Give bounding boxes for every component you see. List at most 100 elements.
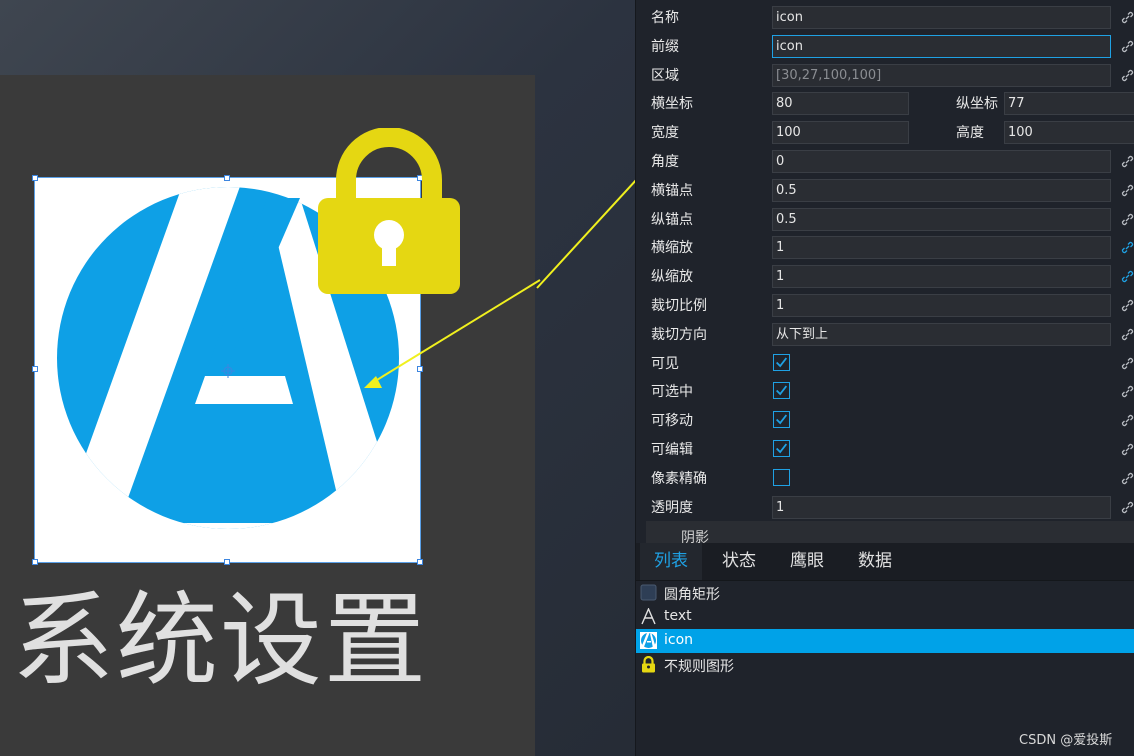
property-row: 裁切比例 1 — [636, 290, 1134, 319]
layer-item-icon[interactable]: icon — [636, 629, 1134, 653]
property-label: 区域 — [651, 68, 679, 84]
link-icon[interactable] — [1120, 154, 1134, 169]
property-panel: 名称 icon 前缀 icon 区域 [30,27,100,100] 横坐标 80 纵坐标 77 宽… — [635, 0, 1134, 756]
link-icon[interactable] — [1120, 183, 1134, 198]
app-logo-icon — [640, 632, 657, 649]
property-label: 可编辑 — [651, 442, 693, 458]
property-input[interactable]: 0.5 — [772, 179, 1111, 202]
layer-item-irregular-shape[interactable]: 不规则图形 — [636, 653, 1134, 677]
property-checkbox[interactable] — [773, 440, 790, 457]
property-row: 可选中 — [636, 376, 1134, 405]
resize-handle-bottom-right[interactable] — [417, 559, 423, 565]
resize-handle-top-left[interactable] — [32, 175, 38, 181]
link-icon[interactable] — [1120, 413, 1134, 428]
property-value: 0.5 — [776, 183, 797, 198]
link-icon[interactable] — [1120, 212, 1134, 227]
resize-handle-bottom[interactable] — [224, 559, 230, 565]
property-row: 名称 icon — [636, 2, 1134, 31]
property-input[interactable]: 1 — [772, 236, 1111, 259]
property-label: 横坐标 — [651, 96, 693, 112]
link-icon[interactable] — [1120, 240, 1134, 255]
property-checkbox[interactable] — [773, 469, 790, 486]
property-checkbox[interactable] — [773, 411, 790, 428]
link-icon[interactable] — [1120, 471, 1134, 486]
property-input[interactable]: 1 — [772, 496, 1111, 519]
property-input[interactable]: 1 — [772, 265, 1111, 288]
property-value: 80 — [776, 96, 793, 111]
property-sub-label: 高度 — [956, 125, 984, 141]
resize-handle-right[interactable] — [417, 366, 423, 372]
link-icon[interactable] — [1120, 39, 1134, 54]
canvas-text-element[interactable]: 系统设置 — [12, 582, 532, 702]
property-label: 可见 — [651, 356, 679, 372]
property-label: 横锚点 — [651, 183, 693, 199]
property-row: 透明度 1 — [636, 492, 1134, 521]
link-icon[interactable] — [1120, 269, 1134, 284]
property-input[interactable]: 0.5 — [772, 208, 1111, 231]
tab-data[interactable]: 数据 — [858, 543, 892, 580]
property-row: 区域 [30,27,100,100] — [636, 60, 1134, 89]
link-icon[interactable] — [1120, 356, 1134, 371]
property-label: 名称 — [651, 10, 679, 26]
property-row: 裁切方向 从下到上 — [636, 319, 1134, 348]
property-label: 透明度 — [651, 500, 693, 516]
tab-eagle-eye[interactable]: 鹰眼 — [790, 543, 824, 580]
property-row: 纵锚点 0.5 — [636, 204, 1134, 233]
property-label: 前缀 — [651, 39, 679, 55]
property-row: 角度 0 — [636, 146, 1134, 175]
property-row: 可见 — [636, 348, 1134, 377]
layer-label: icon — [664, 632, 694, 648]
layer-item-text[interactable]: text — [636, 605, 1134, 629]
property-value: 100 — [776, 125, 801, 140]
shadow-group-header[interactable]: 阴影 — [646, 521, 1134, 543]
property-label: 纵缩放 — [651, 269, 693, 285]
property-row: 纵缩放 1 — [636, 261, 1134, 290]
property-select[interactable]: 从下到上 — [772, 323, 1111, 346]
property-row: 可编辑 — [636, 434, 1134, 463]
property-label: 角度 — [651, 154, 679, 170]
property-checkbox[interactable] — [773, 354, 790, 371]
property-input[interactable]: 100 — [772, 121, 909, 144]
property-value: 0.5 — [776, 212, 797, 227]
property-label: 裁切比例 — [651, 298, 707, 314]
property-checkbox[interactable] — [773, 382, 790, 399]
link-icon[interactable] — [1120, 384, 1134, 399]
layer-item-rounded-rect[interactable]: 圆角矩形 — [636, 581, 1134, 605]
resize-handle-bottom-left[interactable] — [32, 559, 38, 565]
property-label: 宽度 — [651, 125, 679, 141]
property-sub-input[interactable]: 100 — [1004, 121, 1134, 144]
property-sub-value: 77 — [1008, 96, 1025, 111]
property-label: 可选中 — [651, 384, 693, 400]
property-input[interactable]: 1 — [772, 294, 1111, 317]
property-label: 可移动 — [651, 413, 693, 429]
property-input[interactable]: icon — [772, 6, 1111, 29]
property-row: 横缩放 1 — [636, 232, 1134, 261]
property-value: 1 — [776, 240, 785, 255]
link-icon[interactable] — [1120, 442, 1134, 457]
watermark: CSDN @爱投斯 — [1019, 733, 1113, 748]
layer-label: text — [664, 608, 692, 624]
link-icon[interactable] — [1120, 298, 1134, 313]
link-icon[interactable] — [1120, 327, 1134, 342]
shadow-group-label: 阴影 — [681, 530, 709, 543]
property-value: icon — [776, 39, 803, 54]
link-icon[interactable] — [1120, 68, 1134, 83]
property-input[interactable]: 0 — [772, 150, 1111, 173]
lock-icon — [642, 656, 655, 673]
property-input[interactable]: icon — [772, 35, 1111, 58]
property-value: 1 — [776, 269, 785, 284]
link-icon[interactable] — [1120, 10, 1134, 25]
property-sub-input[interactable]: 77 — [1004, 92, 1134, 115]
lock-shape[interactable] — [318, 128, 460, 296]
property-input[interactable]: [30,27,100,100] — [772, 64, 1111, 87]
rounded-rect-icon — [640, 584, 657, 601]
property-row: 前缀 icon — [636, 31, 1134, 60]
layer-label: 圆角矩形 — [664, 587, 720, 603]
tab-state[interactable]: 状态 — [722, 543, 756, 580]
property-label: 纵锚点 — [651, 212, 693, 228]
link-icon[interactable] — [1120, 500, 1134, 515]
resize-handle-top[interactable] — [224, 175, 230, 181]
tab-list[interactable]: 列表 — [640, 543, 702, 580]
property-input[interactable]: 80 — [772, 92, 909, 115]
resize-handle-left[interactable] — [32, 366, 38, 372]
